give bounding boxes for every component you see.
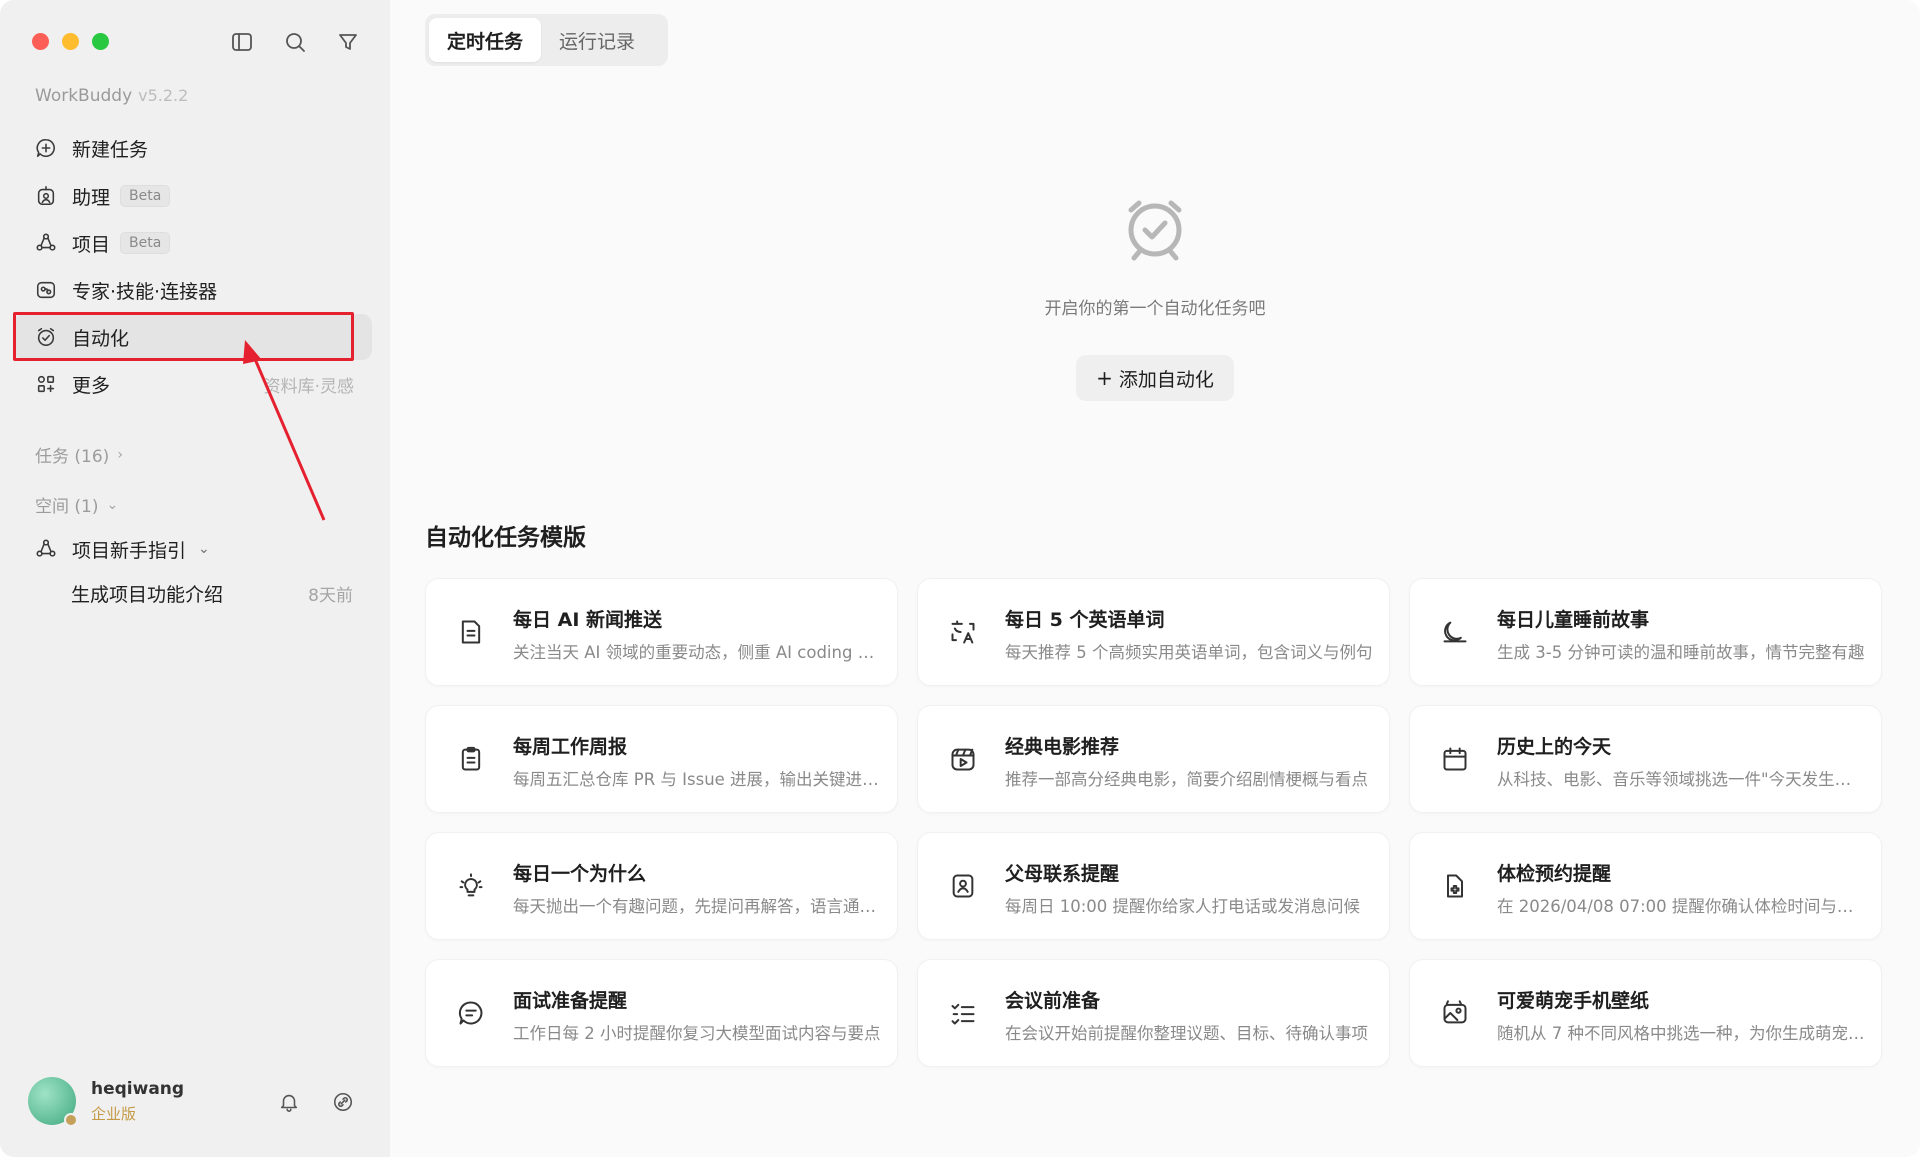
avatar[interactable]: [28, 1077, 78, 1127]
template-card[interactable]: 每日 5 个英语单词 每天推荐 5 个高频实用英语单词，包含词义与例句: [917, 578, 1390, 686]
sub-item-label: 生成项目功能介绍: [71, 583, 224, 606]
template-title: 体检预约提醒: [1497, 863, 1612, 885]
template-title: 面试准备提醒: [513, 990, 628, 1012]
plus-icon: +: [1096, 366, 1113, 390]
template-card[interactable]: 历史上的今天 从科技、电影、音乐等领域挑选一件"今天发生的大事": [1409, 705, 1882, 813]
template-title: 经典电影推荐: [1005, 736, 1120, 758]
calendar-icon: [1440, 744, 1470, 774]
chat-icon: [456, 998, 486, 1028]
template-card[interactable]: 每日 AI 新闻推送 关注当天 AI 领域的重要动态，侧重 AI coding …: [425, 578, 898, 686]
health-icon: [1440, 871, 1470, 901]
template-desc: 关注当天 AI 领域的重要动态，侧重 AI coding 领域的新闻: [513, 643, 883, 662]
project-guide[interactable]: 项目新手指引 ⌄: [14, 528, 372, 570]
template-title: 历史上的今天: [1497, 736, 1612, 758]
template-card[interactable]: 经典电影推荐 推荐一部高分经典电影，简要介绍剧情梗概与看点: [917, 705, 1390, 813]
sidebar: WorkBuddy v5.2.2 新建任务 助理 Beta 项目 Beta 专家·…: [0, 0, 390, 1157]
project-label: 项目新手指引: [72, 539, 187, 562]
image-icon: [1440, 998, 1470, 1028]
chevron-down-icon: ⌄: [106, 496, 119, 513]
chevron-down-icon: ⌄: [198, 541, 210, 557]
alarm-check-icon: [1117, 190, 1193, 266]
template-title: 每日 AI 新闻推送: [513, 609, 663, 631]
bell-icon[interactable]: [276, 1089, 302, 1115]
template-desc: 工作日每 2 小时提醒你复习大模型面试内容与要点: [513, 1024, 881, 1043]
template-title: 每日一个为什么: [513, 863, 647, 885]
main-panel: 定时任务 运行记录 开启你的第一个自动化任务吧 + 添加自动化 自动化任务模版 …: [390, 0, 1920, 1157]
template-card[interactable]: 每日一个为什么 每天抛出一个有趣问题，先提问再解答，语言通俗易懂: [425, 832, 898, 940]
chevron-right-icon: ›: [117, 446, 123, 463]
template-card[interactable]: 每周工作周报 每周五汇总仓库 PR 与 Issue 进展，输出关键进展摘要: [425, 705, 898, 813]
template-title: 可爱萌宠手机壁纸: [1497, 990, 1650, 1012]
spaces-section-header[interactable]: 空间 (1) ⌄: [35, 492, 119, 518]
tab-scheduled-tasks[interactable]: 定时任务: [429, 18, 542, 62]
empty-message: 开启你的第一个自动化任务吧: [1044, 299, 1266, 319]
template-desc: 生成 3-5 分钟可读的温和睡前故事，情节完整有趣: [1497, 643, 1865, 662]
bulb-icon: [456, 871, 486, 901]
template-card[interactable]: 父母联系提醒 每周日 10:00 提醒你给家人打电话或发消息问候: [917, 832, 1390, 940]
template-desc: 推荐一部高分经典电影，简要介绍剧情梗概与看点: [1005, 770, 1368, 789]
user-name: heqiwang: [91, 1079, 185, 1099]
film-icon: [948, 744, 978, 774]
template-desc: 每周五汇总仓库 PR 与 Issue 进展，输出关键进展摘要: [513, 770, 883, 789]
template-title: 每日儿童睡前故事: [1497, 609, 1650, 631]
tab-bar: 定时任务 运行记录: [425, 14, 668, 66]
template-desc: 每天推荐 5 个高频实用英语单词，包含词义与例句: [1005, 643, 1373, 662]
templates-title: 自动化任务模版: [425, 525, 586, 551]
template-desc: 随机从 7 种不同风格中挑选一种，为你生成萌宠壁纸: [1497, 1024, 1867, 1043]
clipboard-icon: [456, 744, 486, 774]
news-icon: [456, 617, 486, 647]
sub-item-time: 8天前: [308, 585, 353, 606]
template-card[interactable]: 每日儿童睡前故事 生成 3-5 分钟可读的温和睡前故事，情节完整有趣: [1409, 578, 1882, 686]
template-desc: 在会议开始前提醒你整理议题、目标、待确认事项: [1005, 1024, 1368, 1043]
project-icon: [34, 537, 58, 561]
empty-state: 开启你的第一个自动化任务吧: [390, 190, 1920, 319]
translate-icon: [948, 617, 978, 647]
checklist-icon: [948, 998, 978, 1028]
template-desc: 从科技、电影、音乐等领域挑选一件"今天发生的大事": [1497, 770, 1867, 789]
tab-run-history[interactable]: 运行记录: [541, 18, 653, 62]
tasks-header-label: 任务 (16): [35, 447, 110, 467]
template-desc: 每天抛出一个有趣问题，先提问再解答，语言通俗易懂: [513, 897, 883, 916]
add-automation-button[interactable]: + 添加自动化: [1076, 355, 1234, 401]
template-title: 会议前准备: [1005, 990, 1101, 1012]
template-desc: 每周日 10:00 提醒你给家人打电话或发消息问候: [1005, 897, 1361, 916]
app-window: WorkBuddy v5.2.2 新建任务 助理 Beta 项目 Beta 专家·…: [0, 0, 1920, 1157]
template-title: 父母联系提醒: [1005, 863, 1120, 885]
status-dot: [64, 1113, 78, 1127]
link-icon[interactable]: [330, 1089, 356, 1115]
template-card[interactable]: 会议前准备 在会议开始前提醒你整理议题、目标、待确认事项: [917, 959, 1390, 1067]
add-automation-label: 添加自动化: [1118, 368, 1214, 391]
template-card[interactable]: 体检预约提醒 在 2026/04/08 07:00 提醒你确认体检时间与注意事项: [1409, 832, 1882, 940]
project-sub-item[interactable]: 生成项目功能介绍 8天前: [71, 573, 371, 613]
tasks-section-header[interactable]: 任务 (16) ›: [35, 442, 123, 468]
template-card[interactable]: 面试准备提醒 工作日每 2 小时提醒你复习大模型面试内容与要点: [425, 959, 898, 1067]
template-title: 每周工作周报: [513, 736, 628, 758]
user-plan: 企业版: [91, 1105, 137, 1123]
template-card[interactable]: 可爱萌宠手机壁纸 随机从 7 种不同风格中挑选一种，为你生成萌宠壁纸: [1409, 959, 1882, 1067]
moon-icon: [1440, 617, 1470, 647]
spaces-header-label: 空间 (1): [35, 497, 99, 517]
contact-icon: [948, 871, 978, 901]
template-desc: 在 2026/04/08 07:00 提醒你确认体检时间与注意事项: [1497, 897, 1867, 916]
template-title: 每日 5 个英语单词: [1005, 609, 1165, 631]
user-panel: heqiwang 企业版: [28, 1073, 368, 1133]
